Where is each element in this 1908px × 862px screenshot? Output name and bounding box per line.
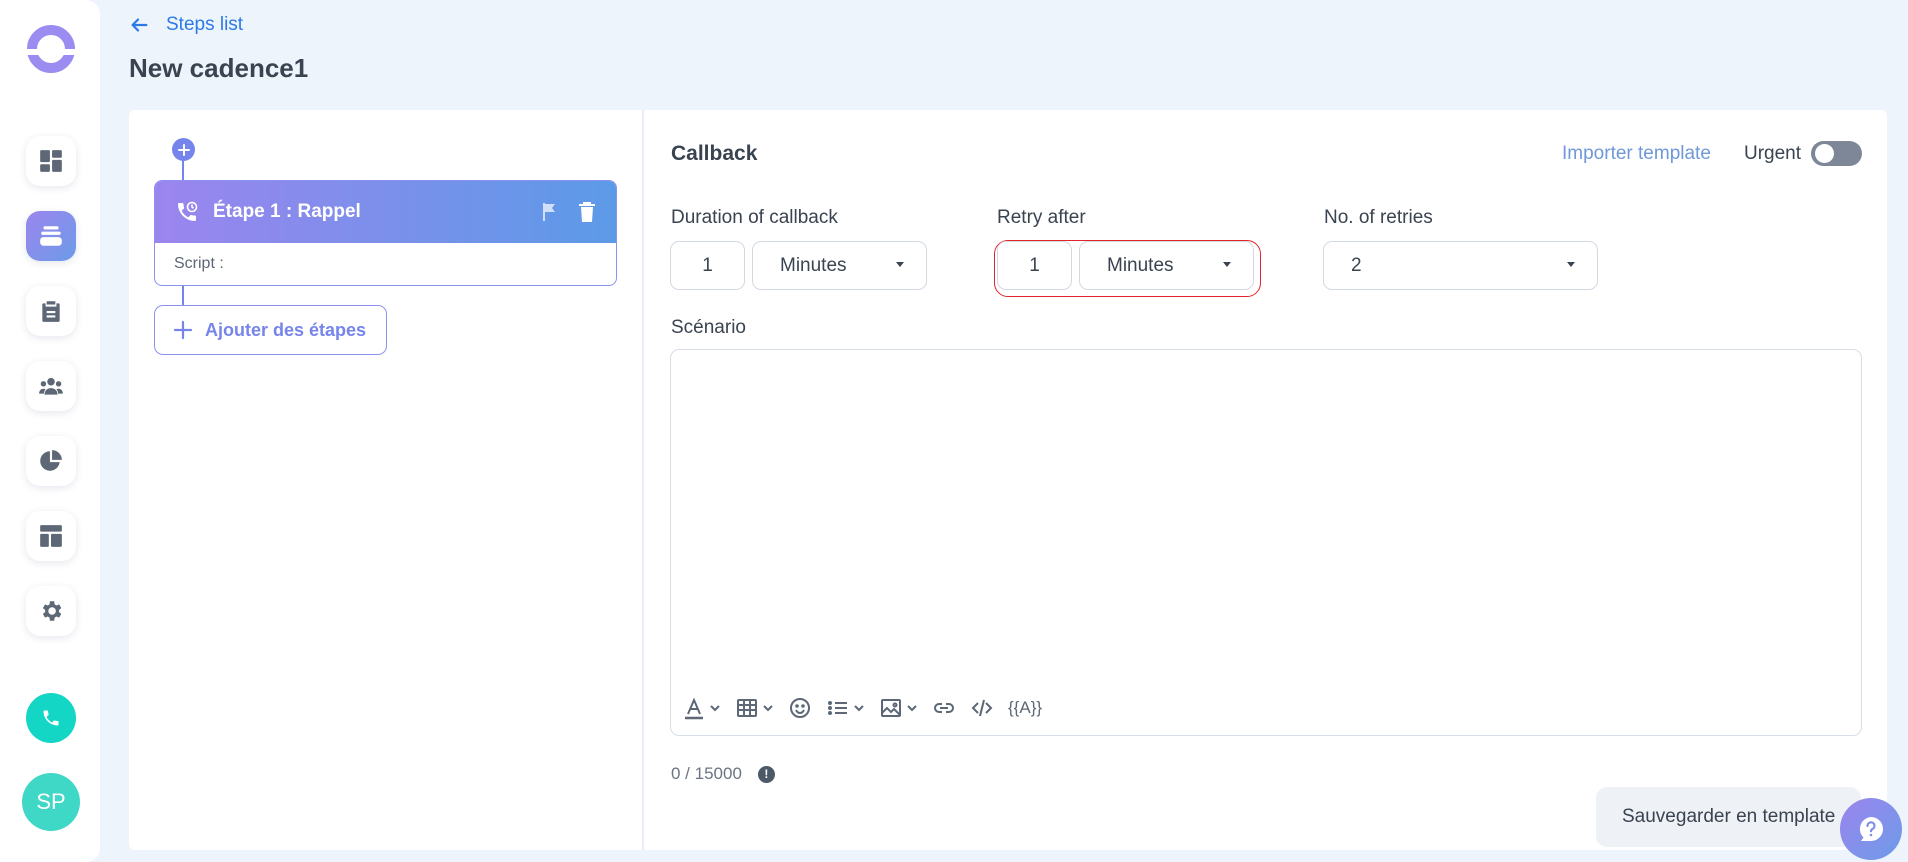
duration-unit-select[interactable]: Minutes	[752, 241, 927, 290]
save-template-button[interactable]: Sauvegarder en template	[1596, 787, 1861, 847]
retry-label: Retry after	[997, 207, 1086, 228]
page-title: New cadence1	[129, 53, 309, 83]
plus-icon	[177, 143, 190, 156]
cadence-icon[interactable]	[26, 211, 76, 261]
emoji-tool[interactable]	[788, 696, 812, 720]
table-icon	[737, 699, 757, 717]
image-tool[interactable]	[879, 696, 918, 720]
clipboard-icon[interactable]	[26, 286, 76, 336]
link-tool[interactable]	[932, 696, 956, 720]
chevron-down-icon	[907, 705, 917, 712]
plus-icon	[173, 320, 193, 340]
duration-label: Duration of callback	[671, 207, 838, 228]
variable-token: {{A}}	[1008, 698, 1043, 717]
character-counter: 0 / 15000 !	[671, 764, 775, 784]
retries-label: No. of retries	[1324, 207, 1433, 228]
duration-unit-value: Minutes	[780, 254, 847, 276]
urgent-label: Urgent	[1744, 143, 1802, 164]
caret-down-icon	[1223, 262, 1231, 267]
help-button[interactable]	[1840, 798, 1902, 860]
chevron-down-icon	[854, 705, 864, 712]
column-divider	[642, 110, 644, 850]
step-script: Script :	[174, 255, 224, 272]
code-tool[interactable]	[970, 696, 994, 720]
gear-icon[interactable]	[26, 586, 76, 636]
list-tool[interactable]	[826, 696, 865, 720]
list-icon	[828, 701, 847, 715]
section-title: Callback	[671, 142, 758, 165]
retry-unit-select[interactable]: Minutes	[1079, 241, 1254, 290]
info-icon[interactable]: !	[757, 765, 775, 783]
avatar[interactable]: SP	[22, 773, 80, 831]
variable-tool[interactable]: {{A}}	[1008, 698, 1042, 718]
table-tool[interactable]	[735, 696, 774, 720]
add-steps-button[interactable]: Ajouter des étapes	[154, 305, 387, 355]
dashboard-icon[interactable]	[26, 136, 76, 186]
text-color-icon	[685, 697, 703, 720]
step-card[interactable]: Étape 1 : Rappel Script :	[154, 180, 617, 286]
code-icon	[971, 699, 993, 717]
caret-down-icon	[1567, 262, 1575, 267]
pie-chart-icon[interactable]	[26, 436, 76, 486]
chevron-down-icon	[710, 705, 720, 712]
flag-icon[interactable]	[542, 202, 558, 222]
step-connector	[182, 160, 184, 180]
editor-toolbar: {{A}}	[682, 696, 1056, 720]
phone-callback-icon	[178, 201, 198, 221]
step-header: Étape 1 : Rappel	[155, 181, 616, 243]
caret-down-icon	[896, 262, 904, 267]
trash-icon[interactable]	[578, 201, 596, 223]
retry-unit-value: Minutes	[1107, 254, 1174, 276]
back-to-steps-link[interactable]: Steps list	[128, 14, 243, 36]
chevron-down-icon	[763, 705, 773, 712]
image-icon	[881, 699, 901, 717]
logo	[25, 25, 77, 73]
add-step-top-button[interactable]	[172, 138, 195, 161]
scenario-editor[interactable]	[670, 349, 1862, 736]
retries-select[interactable]: 2	[1323, 241, 1598, 290]
help-chat-icon	[1859, 817, 1883, 841]
retry-value-input[interactable]: 1	[997, 241, 1072, 290]
layout-icon[interactable]	[26, 511, 76, 561]
add-steps-label: Ajouter des étapes	[205, 319, 367, 340]
scenario-label: Scénario	[671, 317, 746, 338]
urgent-toggle[interactable]	[1811, 141, 1862, 166]
duration-value-input[interactable]: 1	[670, 241, 745, 290]
team-icon[interactable]	[26, 361, 76, 411]
retries-value: 2	[1351, 254, 1362, 276]
import-template-link[interactable]: Importer template	[1562, 143, 1711, 165]
back-link-label: Steps list	[166, 14, 244, 35]
phone-button[interactable]	[26, 693, 76, 743]
sidebar: SP	[0, 0, 100, 862]
counter-text: 0 / 15000	[671, 764, 742, 783]
arrow-left-icon	[131, 18, 148, 32]
emoji-icon	[790, 698, 810, 718]
phone-icon	[43, 710, 59, 726]
text-color-tool[interactable]	[682, 696, 721, 720]
step-title: Étape 1 : Rappel	[213, 201, 361, 222]
link-icon	[934, 703, 954, 713]
step-connector	[182, 286, 184, 305]
